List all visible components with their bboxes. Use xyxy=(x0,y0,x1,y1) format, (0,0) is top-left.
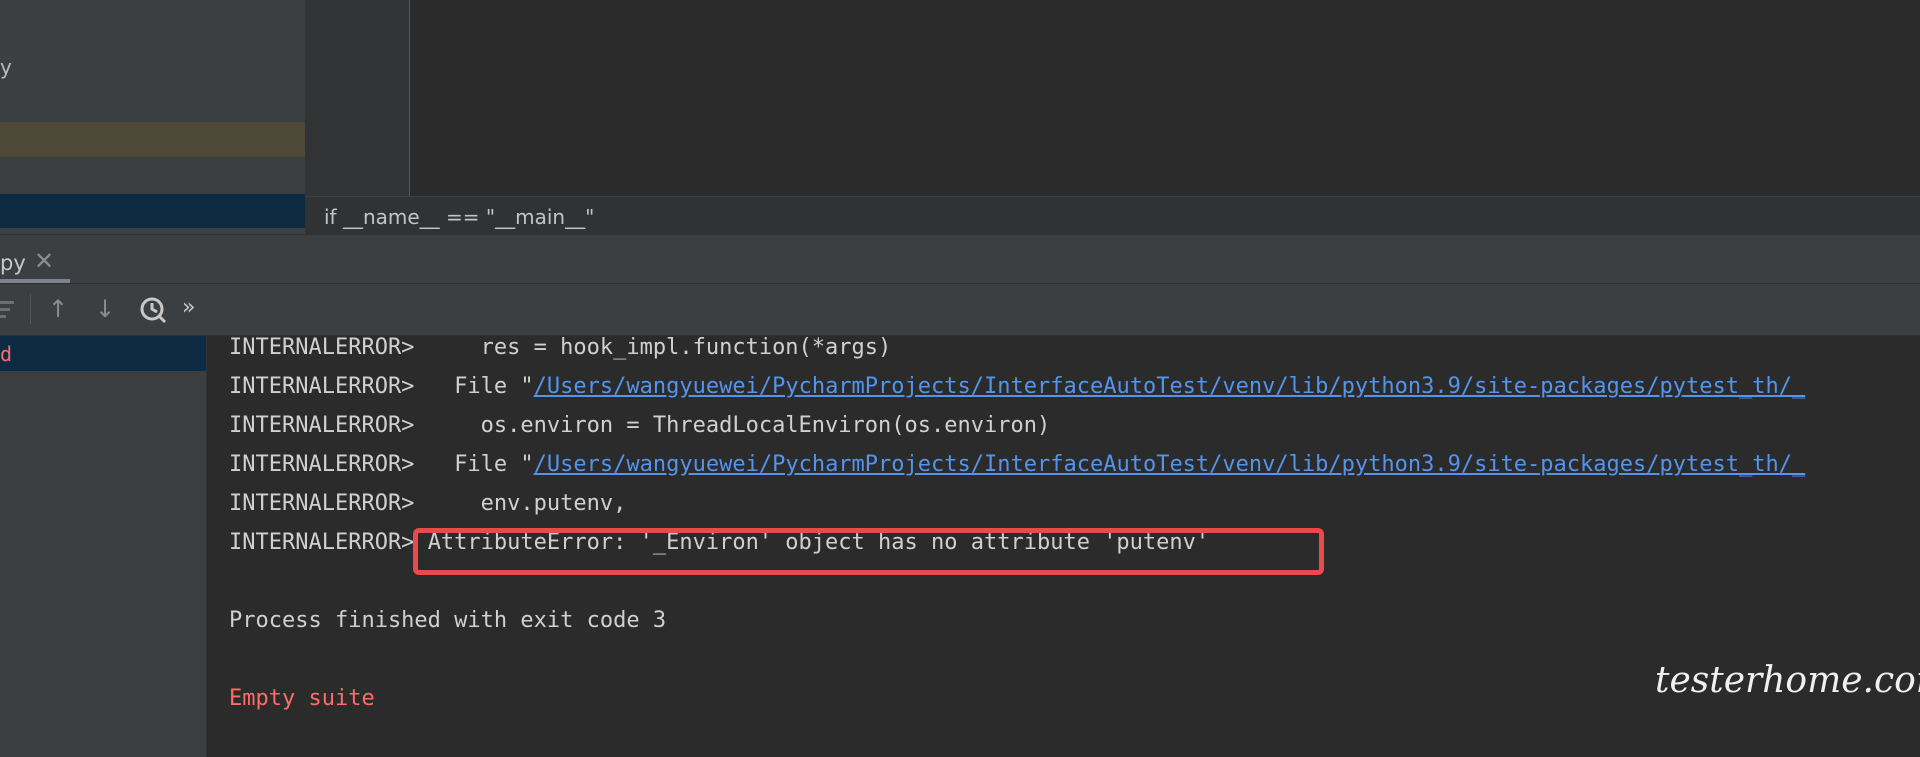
console-prefix: INTERNALERROR> xyxy=(229,452,415,477)
history-icon[interactable] xyxy=(139,296,167,328)
file-link[interactable]: /Users/wangyuewei/PycharmProjects/Interf… xyxy=(534,374,1806,399)
run-tab-bar: py ✕ xyxy=(0,234,1920,284)
console-text: env.putenv, xyxy=(480,491,627,516)
arrow-up-icon[interactable]: ↑ xyxy=(48,297,68,321)
test-tree-item-label[interactable]: d xyxy=(0,342,12,366)
close-icon[interactable]: ✕ xyxy=(34,247,54,275)
console-prefix: INTERNALERROR> xyxy=(229,491,415,516)
empty-suite-text: Empty suite xyxy=(229,686,375,711)
run-toolbar: ↑ ↓ » xyxy=(0,284,1920,336)
console-line: INTERNALERROR> File "/Users/wangyuewei/P… xyxy=(229,450,1805,480)
watermark: testerhome.com xyxy=(1655,660,1920,701)
code-editor[interactable] xyxy=(410,0,1920,196)
console-text: os.environ = ThreadLocalEnviron(os.envir… xyxy=(480,413,1051,438)
console-text: File " xyxy=(454,374,534,399)
project-tree-row-selected[interactable] xyxy=(0,194,305,228)
more-chevrons-icon[interactable]: » xyxy=(182,296,195,320)
tab-run-config[interactable]: py ✕ xyxy=(0,235,54,283)
console-prefix: INTERNALERROR> xyxy=(229,413,415,438)
console-line: INTERNALERROR> os.environ = ThreadLocalE… xyxy=(229,411,1050,441)
console-prefix: INTERNALERROR> xyxy=(229,335,415,360)
console-line: INTERNALERROR> env.putenv, xyxy=(229,489,626,519)
editor-gutter xyxy=(305,0,410,196)
console-line: INTERNALERROR> File "/Users/wangyuewei/P… xyxy=(229,372,1805,402)
console-prefix: INTERNALERROR> xyxy=(229,374,415,399)
console-prefix: INTERNALERROR> xyxy=(229,530,415,555)
process-finished-text: Process finished with exit code 3 xyxy=(229,608,667,633)
toolbar-separator xyxy=(30,294,31,324)
arrow-down-icon[interactable]: ↓ xyxy=(95,297,115,321)
test-results-tree: d xyxy=(0,336,206,757)
active-tab-indicator xyxy=(0,279,70,283)
console-line: INTERNALERROR> res = hook_impl.function(… xyxy=(229,333,891,363)
console-text: res = hook_impl.function(*args) xyxy=(480,335,892,360)
sort-icon[interactable] xyxy=(0,298,16,324)
console-text: File " xyxy=(454,452,534,477)
file-link[interactable]: /Users/wangyuewei/PycharmProjects/Interf… xyxy=(534,452,1806,477)
project-tree-row-highlighted[interactable] xyxy=(0,122,305,157)
project-tree-item[interactable]: y xyxy=(0,55,12,79)
editor-breadcrumb-bar: if __name__ == "__main__" xyxy=(305,196,1920,234)
error-highlight-box xyxy=(413,528,1324,575)
test-tree-row-selected[interactable] xyxy=(0,336,206,371)
breadcrumb[interactable]: if __name__ == "__main__" xyxy=(324,205,594,229)
tab-label: py xyxy=(0,251,26,275)
